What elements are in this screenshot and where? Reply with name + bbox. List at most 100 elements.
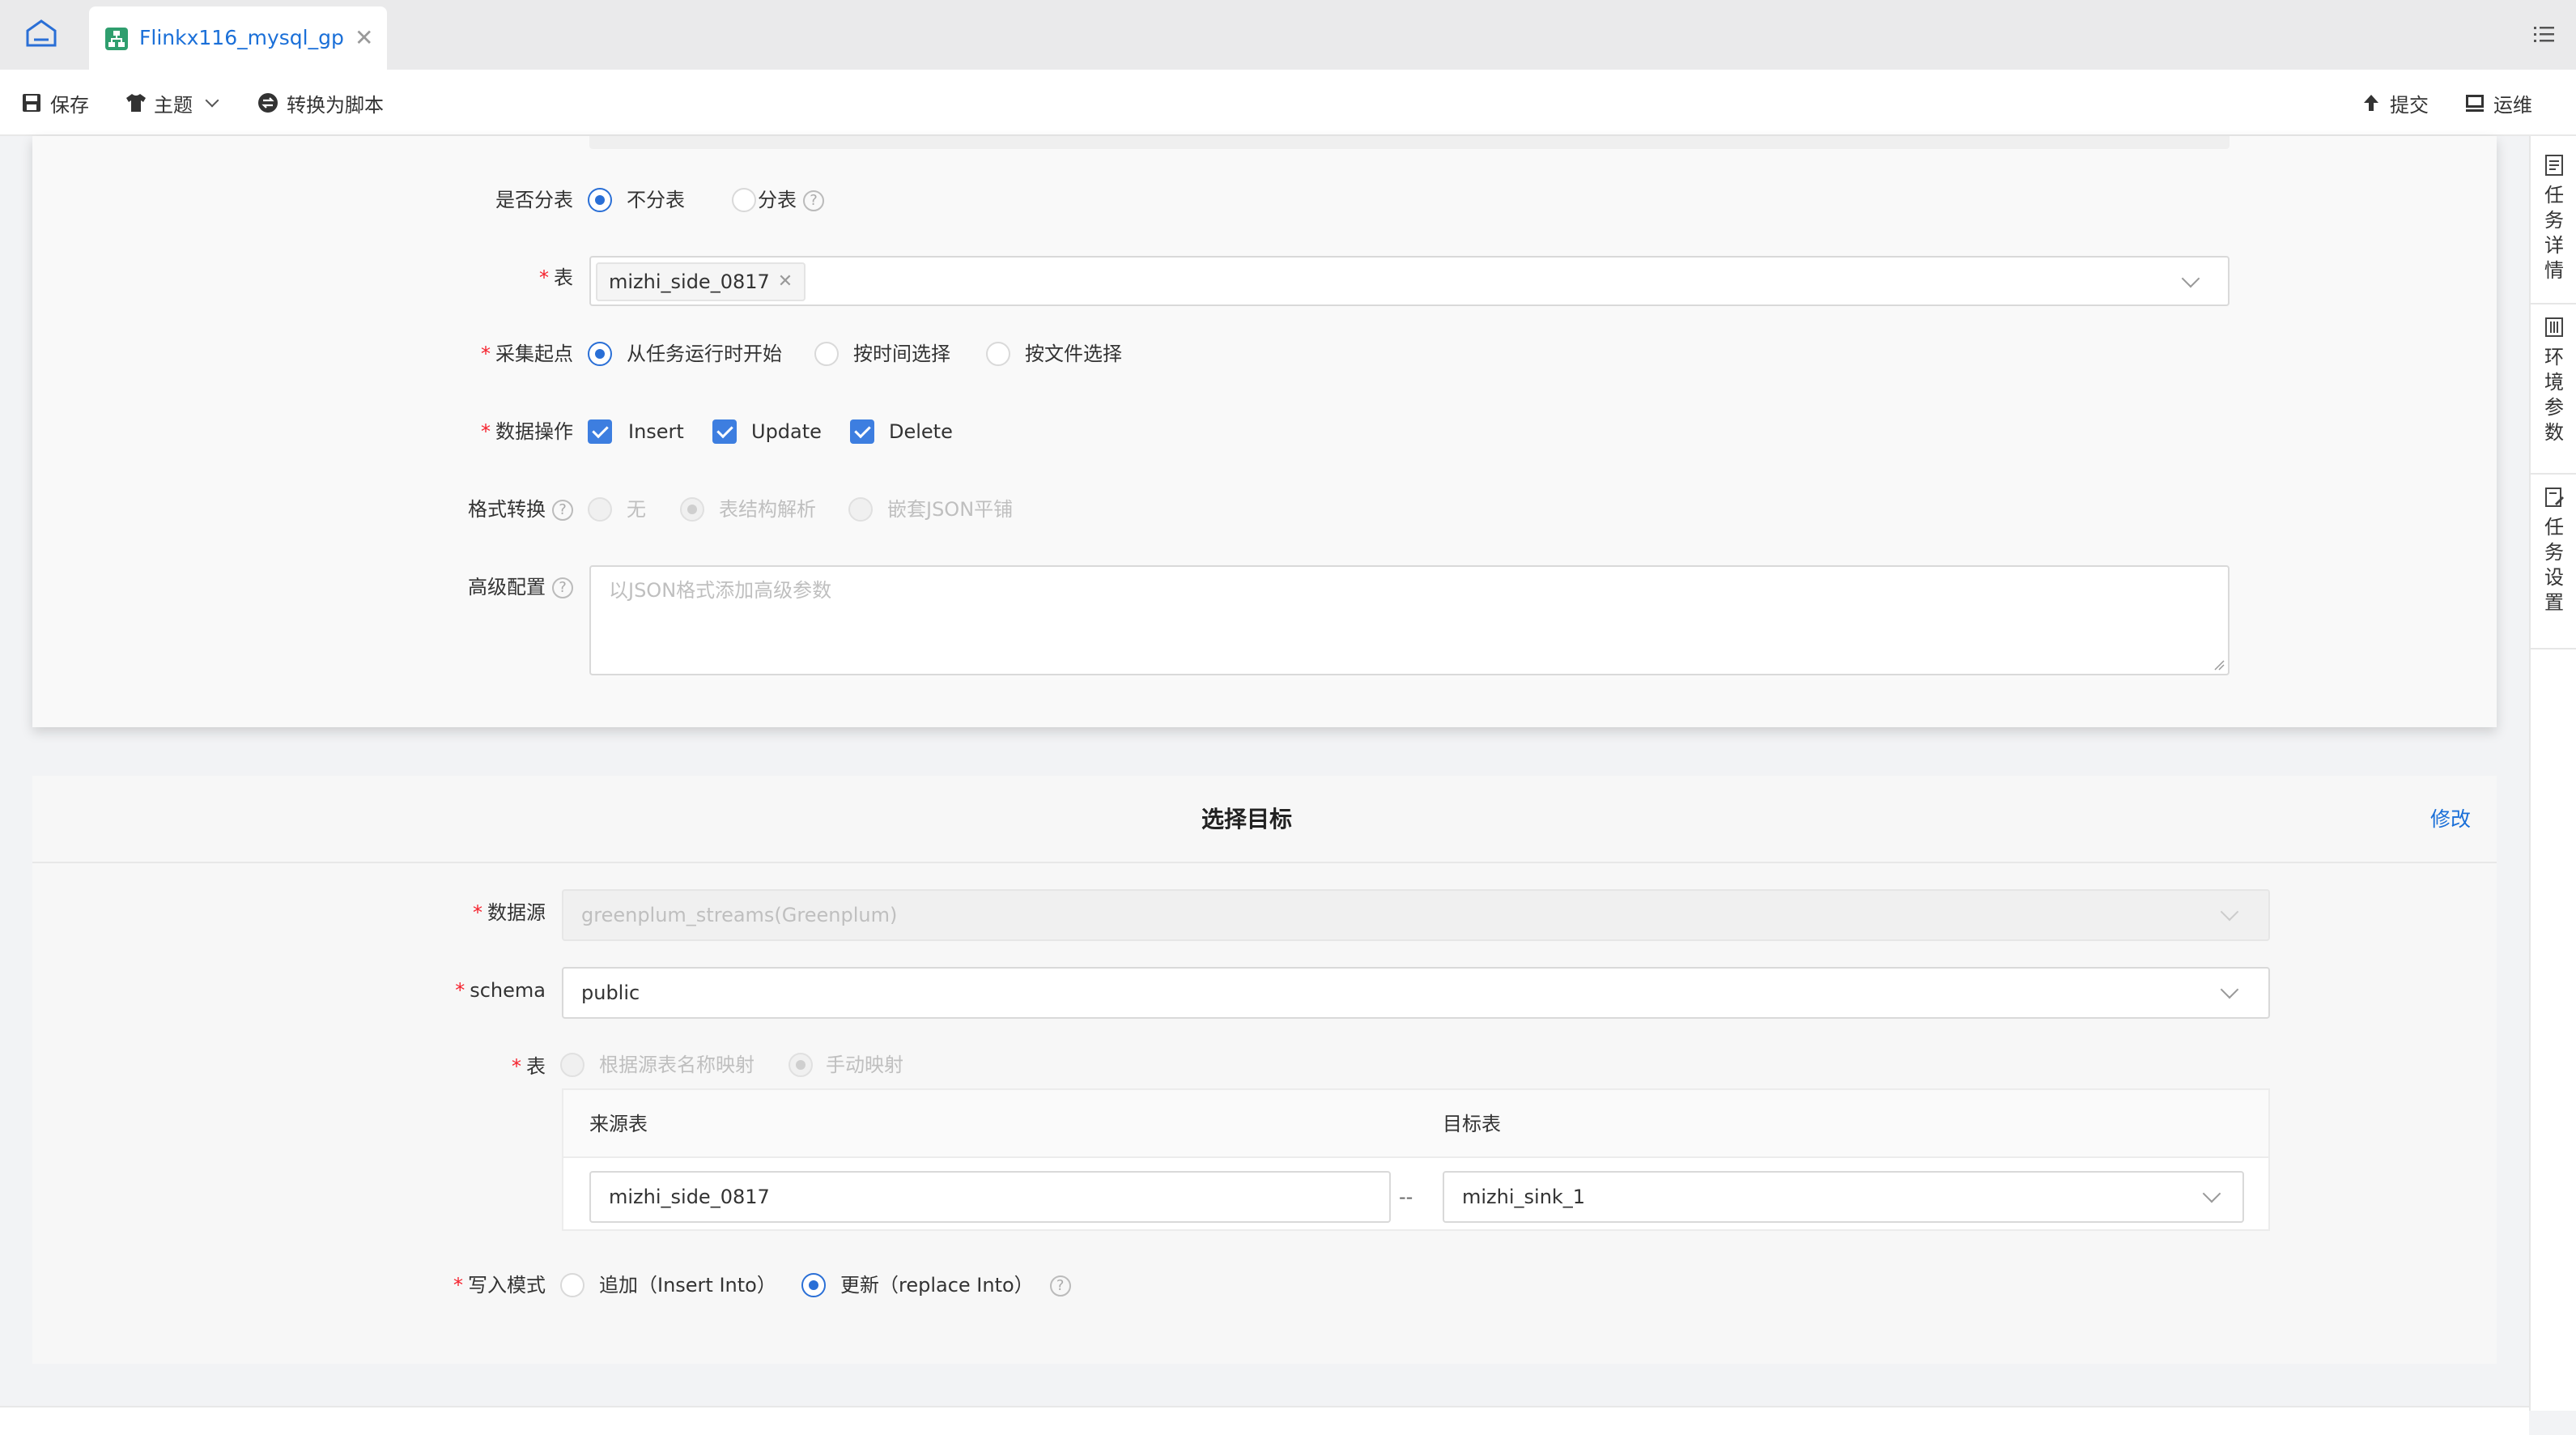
format-label: 格式转换?	[356, 496, 573, 523]
save-button[interactable]: 保存	[21, 70, 89, 136]
advanced-config-textarea[interactable]: 以JSON格式添加高级参数	[589, 565, 2230, 675]
write-option-insert[interactable]	[560, 1273, 584, 1297]
help-icon[interactable]: ?	[552, 500, 573, 521]
data-ops-label: * 数据操作	[481, 420, 573, 443]
table-tag: mizhi_side_0817 ✕	[596, 262, 806, 301]
rail-label: 环境参数	[2544, 346, 2564, 444]
convert-icon	[257, 92, 278, 113]
start-option-time-label: 按时间选择	[853, 343, 950, 365]
tag-close-icon[interactable]: ✕	[778, 264, 793, 300]
resize-handle-icon[interactable]	[2213, 659, 2225, 671]
update-label: Update	[751, 420, 822, 443]
map-option-manual	[789, 1053, 813, 1077]
target-table-label-text: 表	[526, 1055, 546, 1078]
target-card-header: 选择目标 修改	[32, 776, 2497, 863]
target-table-value: mizhi_sink_1	[1462, 1186, 1586, 1208]
right-side-panel: 任务详情 环境参数 任务设置	[2529, 136, 2576, 1411]
save-label: 保存	[50, 93, 89, 117]
source-table-input[interactable]: mizhi_side_0817	[589, 1171, 1391, 1223]
format-option-none-label: 无	[627, 498, 646, 521]
format-option-schema	[680, 497, 704, 522]
shard-option-no-label: 不分表	[627, 189, 685, 211]
target-title: 选择目标	[1201, 806, 1292, 832]
upload-arrow-icon	[2361, 92, 2382, 113]
source-table-value: mizhi_side_0817	[609, 1186, 770, 1208]
chevron-down-icon	[205, 93, 219, 108]
start-option-runtime-label: 从任务运行时开始	[627, 343, 782, 365]
monitor-icon	[2464, 92, 2485, 113]
advanced-placeholder: 以JSON格式添加高级参数	[609, 579, 832, 602]
map-option-by-name	[560, 1053, 584, 1077]
top-field-remnant	[589, 136, 2230, 149]
source-table-select[interactable]: mizhi_side_0817 ✕	[589, 256, 2230, 306]
datasource-select: greenplum_streams(Greenplum)	[562, 889, 2270, 941]
shard-label: 是否分表	[495, 189, 573, 211]
mapping-separator: --	[1399, 1186, 1413, 1208]
convert-to-script-button[interactable]: 转换为脚本	[257, 70, 384, 136]
theme-button[interactable]: 主题	[125, 70, 219, 136]
list-menu-icon[interactable]	[2531, 21, 2557, 47]
chevron-down-icon	[2220, 902, 2239, 922]
rail-label: 任务详情	[2544, 184, 2564, 282]
tab-flinkx116[interactable]: Flinkx116_mysql_gp ✕	[89, 6, 387, 70]
data-ops-label-text: 数据操作	[495, 420, 573, 443]
source-table-label: * 表	[539, 266, 573, 289]
table-mapping-header: 来源表 目标表	[563, 1090, 2268, 1158]
start-option-runtime[interactable]	[588, 342, 612, 366]
shard-option-yes-label: 分表?	[758, 186, 824, 214]
submit-button[interactable]: 提交	[2361, 70, 2429, 136]
delete-checkbox[interactable]	[850, 419, 874, 444]
convert-label: 转换为脚本	[287, 93, 384, 117]
write-option-replace[interactable]	[801, 1273, 826, 1297]
tab-title: Flinkx116_mysql_gp	[139, 26, 344, 49]
format-option-json-label: 嵌套JSON平铺	[887, 498, 1014, 521]
rail-env-params[interactable]: 环境参数	[2531, 306, 2576, 475]
start-option-time[interactable]	[814, 342, 839, 366]
edit-settings-icon	[2544, 486, 2565, 509]
insert-checkbox[interactable]	[588, 419, 612, 444]
start-point-label-text: 采集起点	[495, 343, 573, 365]
format-label-text: 格式转换	[468, 498, 546, 521]
ops-label: 运维	[2493, 93, 2532, 117]
advanced-label-text: 高级配置	[468, 576, 546, 598]
schema-value: public	[581, 982, 640, 1004]
write-option-replace-text: 更新（replace Into）	[840, 1274, 1034, 1297]
schema-select[interactable]: public	[562, 967, 2270, 1019]
rail-task-settings[interactable]: 任务设置	[2531, 476, 2576, 649]
datasource-value: greenplum_streams(Greenplum)	[581, 904, 898, 926]
chevron-down-icon	[2220, 980, 2239, 999]
chevron-down-icon	[2202, 1184, 2221, 1203]
sliders-icon	[2544, 316, 2565, 339]
help-icon[interactable]: ?	[803, 190, 824, 211]
start-option-file[interactable]	[986, 342, 1010, 366]
write-option-replace-label: 更新（replace Into）?	[840, 1271, 1071, 1299]
help-icon[interactable]: ?	[552, 577, 573, 598]
edit-link[interactable]: 修改	[2430, 776, 2471, 863]
shard-option-no[interactable]	[588, 188, 612, 212]
write-option-insert-label: 追加（Insert Into）	[599, 1274, 776, 1297]
table-mapping: 来源表 目标表 mizhi_side_0817 -- mizhi_sink_1	[562, 1088, 2270, 1231]
col-source-table: 来源表	[589, 1113, 648, 1135]
ops-button[interactable]: 运维	[2464, 70, 2532, 136]
shirt-icon	[125, 92, 146, 113]
start-option-file-label: 按文件选择	[1025, 343, 1122, 365]
format-option-schema-label: 表结构解析	[719, 498, 816, 521]
write-mode-label-text: 写入模式	[468, 1274, 546, 1297]
table-tag-text: mizhi_side_0817	[609, 270, 770, 293]
shard-option-yes-text: 分表	[758, 189, 797, 211]
target-table-select[interactable]: mizhi_sink_1	[1443, 1171, 2244, 1223]
submit-label: 提交	[2390, 93, 2429, 117]
datasource-label-text: 数据源	[487, 901, 546, 924]
document-icon	[2544, 154, 2565, 177]
home-icon[interactable]	[23, 18, 60, 50]
update-checkbox[interactable]	[712, 419, 737, 444]
datasource-label: * 数据源	[473, 901, 546, 924]
close-icon[interactable]: ✕	[355, 24, 373, 52]
map-option-manual-label: 手动映射	[826, 1054, 903, 1076]
schema-label-text: schema	[470, 979, 546, 1002]
rail-task-details[interactable]: 任务详情	[2531, 144, 2576, 304]
write-mode-label: * 写入模式	[453, 1274, 546, 1297]
shard-option-yes[interactable]	[732, 188, 756, 212]
help-icon[interactable]: ?	[1049, 1275, 1071, 1297]
tab-bar: Flinkx116_mysql_gp ✕	[0, 0, 2576, 70]
